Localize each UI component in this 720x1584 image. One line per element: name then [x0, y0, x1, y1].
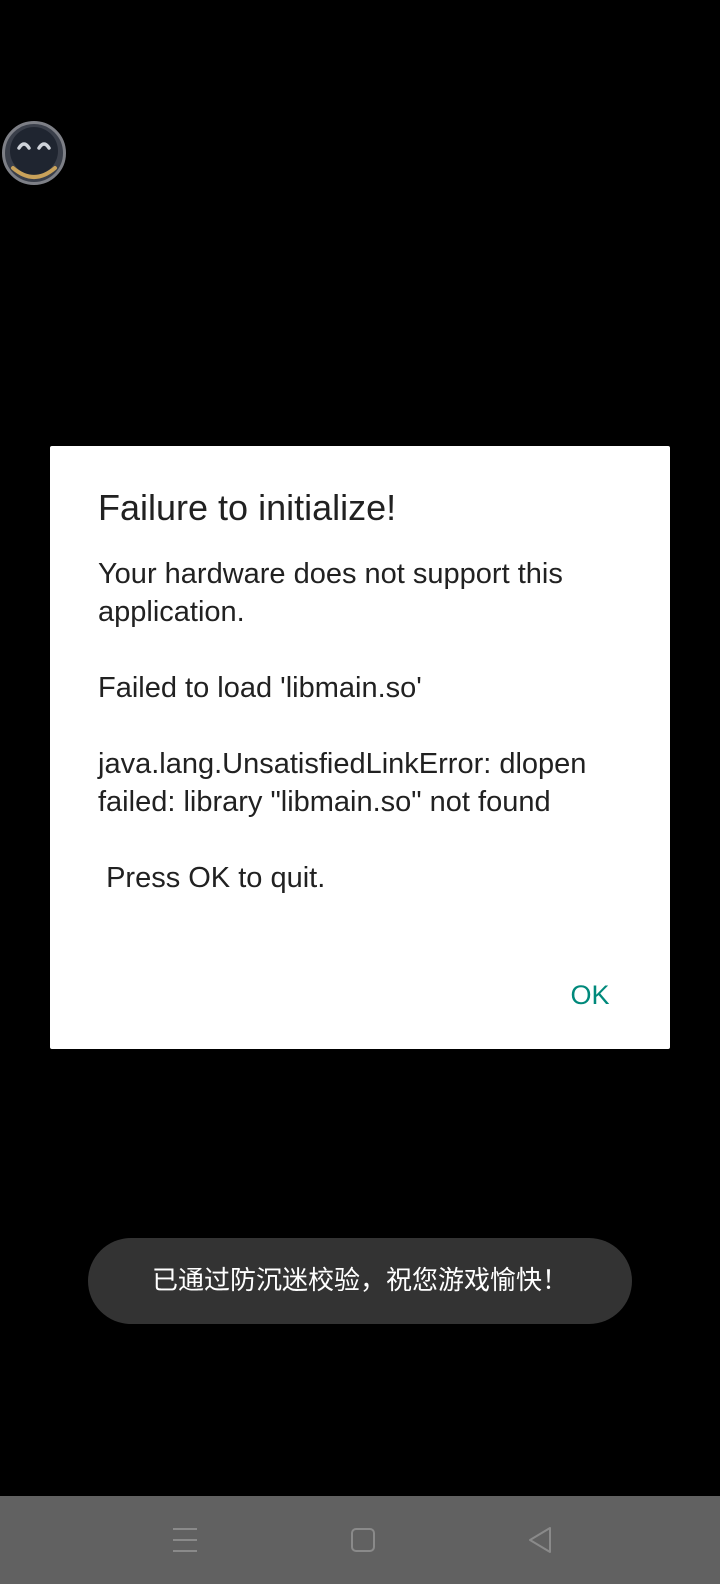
dialog-title: Failure to initialize! — [98, 487, 397, 528]
smiling-face-icon — [10, 127, 58, 179]
back-button[interactable] — [511, 1510, 571, 1570]
dialog-message: Your hardware does not support this appl… — [98, 558, 587, 894]
app-screen: Failure to initialize! Your hardware doe… — [0, 0, 720, 1584]
system-navigation-bar — [0, 1496, 720, 1584]
recent-apps-button[interactable] — [155, 1510, 215, 1570]
error-dialog: Failure to initialize! Your hardware doe… — [50, 446, 670, 1049]
floating-assistant-bubble[interactable] — [2, 121, 66, 185]
ok-button[interactable]: OK — [558, 967, 622, 1023]
toast-message: 已通过防沉迷校验，祝您游戏愉快！ — [88, 1238, 632, 1324]
menu-icon — [173, 1528, 197, 1552]
home-square-icon — [351, 1528, 375, 1552]
back-triangle-icon — [529, 1527, 551, 1553]
home-button[interactable] — [333, 1510, 393, 1570]
